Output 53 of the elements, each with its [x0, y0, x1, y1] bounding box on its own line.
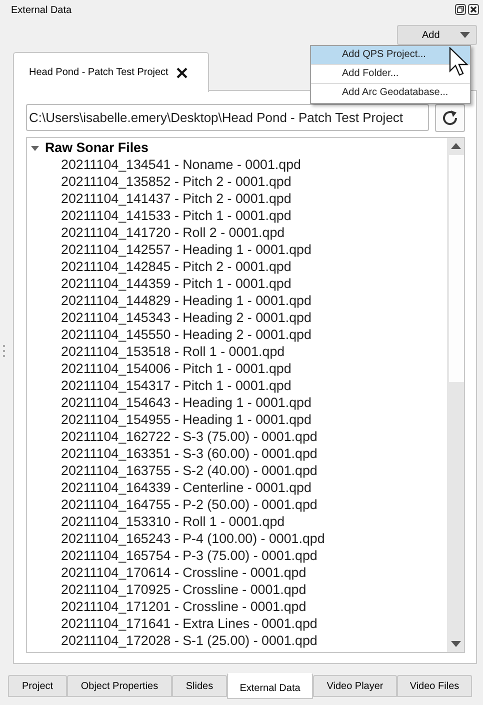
- tree-item[interactable]: 20211104_170925 - Crossline - 0001.qpd: [61, 582, 306, 598]
- tree-item[interactable]: 20211104_164339 - Centerline - 0001.qpd: [61, 480, 312, 496]
- tree-item[interactable]: 20211104_135852 - Pitch 2 - 0001.qpd: [61, 174, 292, 190]
- tree-item[interactable]: 20211104_154643 - Heading 1 - 0001.qpd: [61, 395, 312, 410]
- panel-tab[interactable]: External Data: [227, 673, 313, 699]
- tree-item[interactable]: 20211104_141720 - Roll 2 - 0001.qpd: [61, 225, 285, 240]
- refresh-icon: [441, 109, 459, 127]
- scrollbar[interactable]: [447, 138, 464, 652]
- tree-item[interactable]: 20211104_165754 - P-3 (75.00) - 0001.qpd: [61, 548, 318, 564]
- tree-item[interactable]: 20211104_145550 - Heading 2 - 0001.qpd: [61, 327, 312, 342]
- tree-item[interactable]: 20211104_165243 - P-4 (100.00) - 0001.qpd: [61, 531, 325, 546]
- menu-item[interactable]: Add Arc Geodatabase...: [311, 84, 470, 103]
- tree-folder[interactable]: Raw Sonar Files: [45, 139, 148, 156]
- add-button[interactable]: Add: [397, 25, 477, 45]
- path-field[interactable]: C:\Users\isabelle.emery\Desktop\Head Pond - Patch Test Project: [26, 104, 429, 131]
- tree-item[interactable]: 20211104_141533 - Pitch 1 - 0001.qpd: [61, 208, 292, 224]
- document-tab[interactable]: Head Pond - Patch Test Project: [13, 52, 209, 92]
- tree-item[interactable]: 20211104_153310 - Roll 1 - 0001.qpd: [61, 514, 285, 530]
- tree-item[interactable]: 20211104_141437 - Pitch 2 - 0001.qpd: [61, 191, 292, 206]
- tree-item[interactable]: 20211104_163755 - S-2 (40.00) - 0001.qpd: [61, 463, 318, 478]
- tree-item[interactable]: 20211104_144359 - Pitch 1 - 0001.qpd: [61, 276, 292, 292]
- tree-item[interactable]: 20211104_164755 - P-2 (50.00) - 0001.qpd: [61, 497, 318, 512]
- refresh-button[interactable]: [435, 104, 465, 132]
- close-icon[interactable]: [176, 66, 188, 78]
- panel-tab[interactable]: Object Properties: [67, 675, 172, 697]
- tree-item[interactable]: 20211104_145343 - Heading 2 - 0001.qpd: [61, 310, 312, 326]
- scroll-up-icon[interactable]: [450, 142, 462, 150]
- tree-item[interactable]: 20211104_142845 - Pitch 2 - 0001.qpd: [61, 259, 292, 274]
- tree-item[interactable]: 20211104_172028 - S-1 (25.00) - 0001.qpd: [61, 633, 318, 648]
- collapse-icon[interactable]: [31, 144, 39, 152]
- close-icon[interactable]: [468, 4, 479, 15]
- tree-item[interactable]: 20211104_144829 - Heading 1 - 0001.qpd: [61, 293, 312, 308]
- scroll-down-icon[interactable]: [450, 640, 462, 648]
- menu-item[interactable]: Add QPS Project...: [311, 46, 470, 65]
- tree-item[interactable]: 20211104_163351 - S-3 (60.00) - 0001.qpd: [61, 446, 318, 462]
- panel-tab[interactable]: Video Files: [397, 675, 472, 697]
- tree-item[interactable]: 20211104_154955 - Heading 1 - 0001.qpd: [61, 412, 312, 428]
- panel-title: External Data: [11, 4, 72, 18]
- tree-item[interactable]: 20211104_142557 - Heading 1 - 0001.qpd: [61, 242, 312, 258]
- tree-item[interactable]: 20211104_154317 - Pitch 1 - 0001.qpd: [61, 378, 292, 394]
- panel-tab[interactable]: Slides: [172, 675, 227, 697]
- float-icon[interactable]: [455, 4, 466, 15]
- panel-tab[interactable]: Video Player: [313, 675, 397, 697]
- tree-item[interactable]: 20211104_162722 - S-3 (75.00) - 0001.qpd: [61, 429, 318, 444]
- tree-item[interactable]: 20211104_153518 - Roll 1 - 0001.qpd: [61, 344, 285, 360]
- tree-item[interactable]: 20211104_171201 - Crossline - 0001.qpd: [61, 599, 306, 614]
- tree-item[interactable]: 20211104_171641 - Extra Lines - 0001.qpd: [61, 616, 318, 632]
- panel-tab[interactable]: Project: [8, 675, 67, 697]
- tree-item[interactable]: 20211104_170614 - Crossline - 0001.qpd: [61, 565, 306, 580]
- splitter-handle-icon: [3, 345, 6, 357]
- caret-icon: [460, 32, 470, 38]
- tree-item[interactable]: 20211104_134541 - Noname - 0001.qpd: [61, 157, 301, 172]
- tree-item[interactable]: 20211104_154006 - Pitch 1 - 0001.qpd: [61, 361, 292, 376]
